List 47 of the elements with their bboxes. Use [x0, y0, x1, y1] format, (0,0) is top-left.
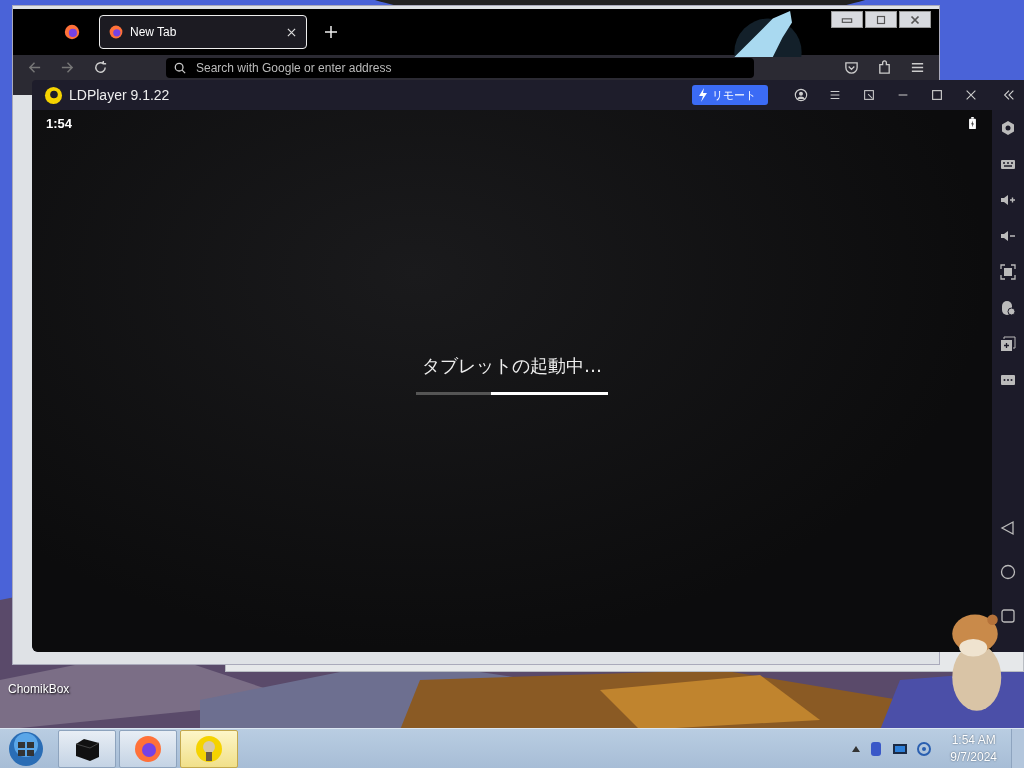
taskbar-button[interactable] — [180, 729, 238, 768]
browser-logo-icon — [108, 24, 124, 40]
taskbar-button[interactable] — [58, 729, 116, 768]
restore-icon — [874, 14, 888, 25]
restore-button[interactable] — [865, 11, 897, 28]
fullscreen-icon[interactable] — [1000, 264, 1016, 280]
more-icon[interactable] — [1000, 372, 1016, 388]
recents-icon[interactable] — [1000, 608, 1016, 624]
close-icon[interactable] — [964, 88, 978, 102]
menu-icon[interactable] — [910, 60, 925, 75]
account-icon[interactable] — [794, 88, 808, 102]
browser-logo-icon — [133, 733, 163, 764]
close-button[interactable] — [899, 11, 931, 28]
status-time: 1:54 — [46, 115, 73, 131]
desktop-icon-label[interactable]: ChomikBox — [8, 682, 70, 696]
volume-down-icon[interactable] — [1000, 228, 1016, 244]
show-hidden-icon[interactable] — [852, 745, 861, 752]
app-logo-icon — [44, 85, 63, 105]
menu-icon[interactable] — [828, 88, 842, 102]
add-window-icon[interactable] — [1000, 336, 1016, 352]
window-title: LDPlayer 9.1.22 — [69, 87, 170, 103]
sync-icon[interactable] — [916, 740, 933, 757]
address-field[interactable]: Search with Google or enter address — [166, 58, 754, 78]
new-tab-icon[interactable] — [325, 26, 337, 38]
lightning-icon — [698, 88, 708, 102]
home-icon[interactable] — [1000, 564, 1016, 580]
volume-up-icon[interactable] — [1000, 192, 1016, 208]
close-icon[interactable] — [287, 27, 296, 37]
minimize-button[interactable] — [831, 11, 863, 28]
battery-icon — [969, 117, 976, 129]
mouse-icon[interactable] — [1000, 300, 1016, 316]
remote-button[interactable]: リモート — [692, 85, 768, 105]
boot-message: タブレットの起動中… — [422, 354, 602, 378]
collapse-icon[interactable] — [1002, 88, 1016, 102]
app-logo-icon — [194, 733, 224, 764]
maximize-icon[interactable] — [930, 88, 944, 102]
close-icon — [908, 14, 922, 25]
reload-icon[interactable] — [93, 60, 108, 75]
browser-tab[interactable]: New Tab — [99, 15, 307, 49]
browser-logo-icon[interactable] — [63, 23, 81, 41]
settings-icon[interactable] — [1000, 120, 1016, 136]
popout-icon[interactable] — [862, 88, 876, 102]
pocket-icon[interactable] — [844, 60, 859, 75]
forward-icon[interactable] — [60, 60, 75, 75]
start-button[interactable] — [8, 730, 44, 767]
back-icon[interactable] — [1000, 520, 1016, 536]
puzzle-icon[interactable] — [877, 60, 892, 75]
